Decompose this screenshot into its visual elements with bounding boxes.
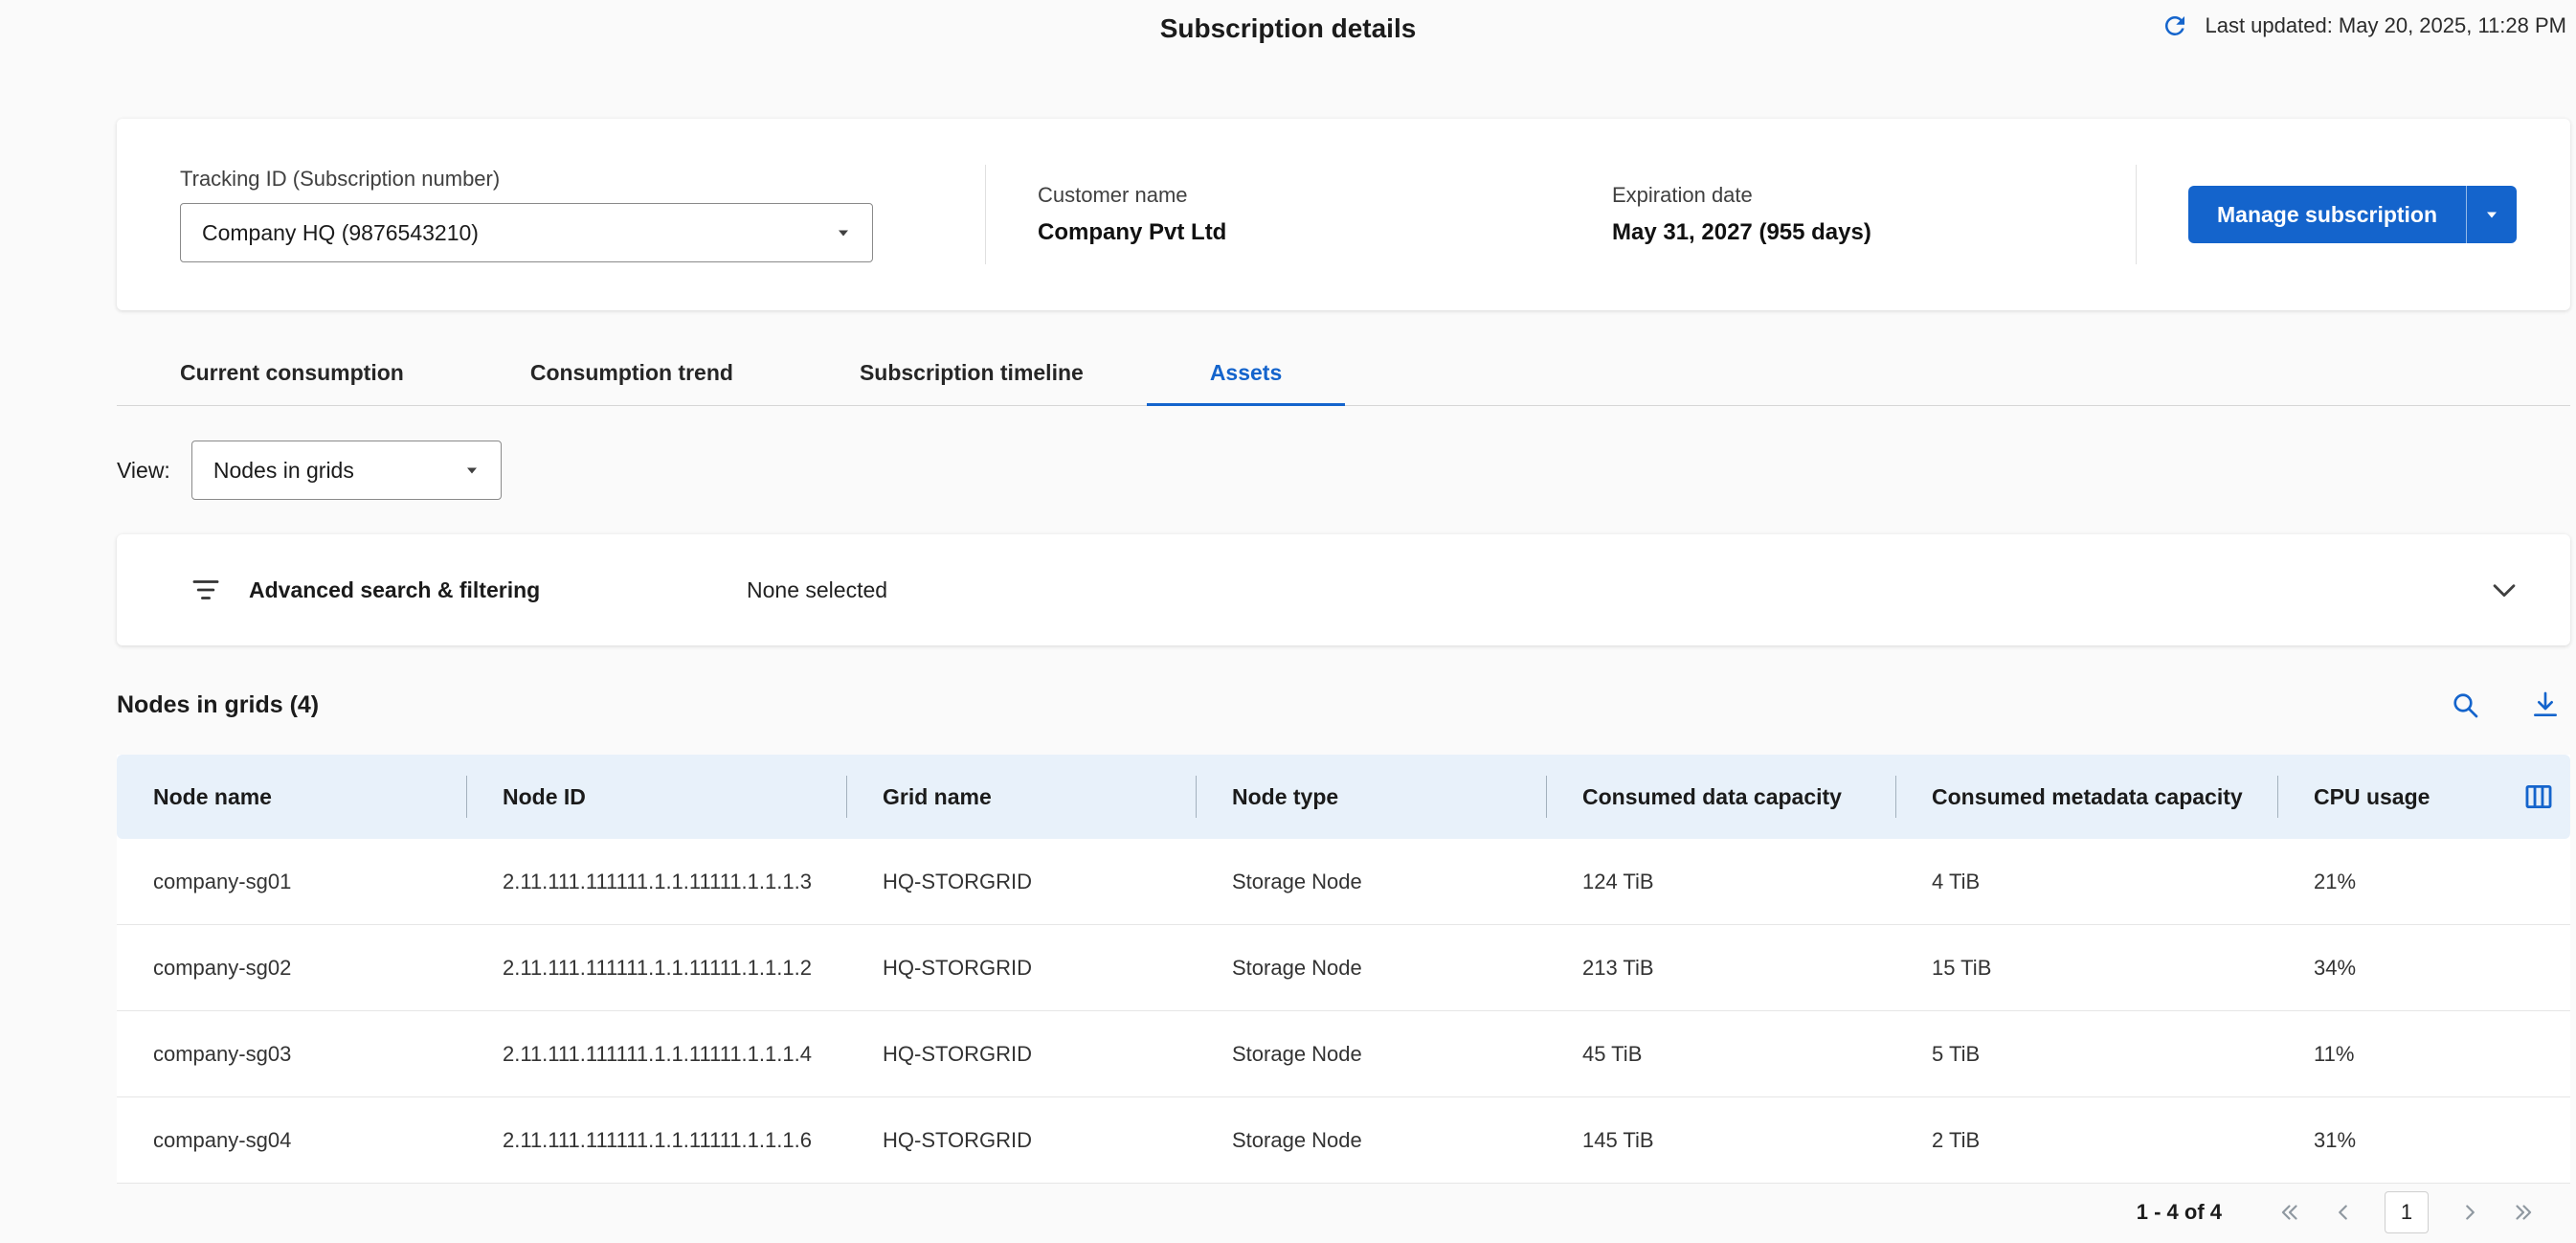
table-actions — [2450, 689, 2570, 720]
manage-subscription-button[interactable]: Manage subscription — [2188, 186, 2467, 243]
expiration-date-label: Expiration date — [1612, 183, 2136, 208]
table-row: company-sg022.11.111.111111.1.1.11111.1.… — [117, 925, 2570, 1011]
tracking-id-field: Tracking ID (Subscription number) Compan… — [180, 167, 873, 262]
nodes-table: Node name Node ID Grid name Node type Co… — [117, 755, 2570, 1184]
cell-grid-name: HQ-STORGRID — [846, 1097, 1196, 1184]
tracking-id-label: Tracking ID (Subscription number) — [180, 167, 873, 192]
cell-node-type: Storage Node — [1196, 839, 1546, 925]
content-area: Tracking ID (Subscription number) Compan… — [117, 119, 2570, 1237]
manage-subscription-split-button: Manage subscription — [2188, 186, 2517, 243]
cell-node-type: Storage Node — [1196, 1011, 1546, 1097]
cell-node-type: Storage Node — [1196, 1097, 1546, 1184]
column-header-consumed-metadata-capacity[interactable]: Consumed metadata capacity — [1895, 755, 2277, 839]
table-header-row: Node name Node ID Grid name Node type Co… — [117, 755, 2570, 839]
cell-node-name: company-sg02 — [117, 925, 466, 1011]
cell-grid-name: HQ-STORGRID — [846, 925, 1196, 1011]
search-icon[interactable] — [2450, 689, 2480, 720]
customer-name-value: Company Pvt Ltd — [1038, 219, 1612, 246]
tab-bar: Current consumption Consumption trend Su… — [117, 341, 2570, 406]
customer-name-field: Customer name Company Pvt Ltd — [1038, 183, 1612, 246]
current-page[interactable]: 1 — [2385, 1191, 2429, 1233]
view-select-value: Nodes in grids — [213, 458, 354, 484]
column-header-node-type[interactable]: Node type — [1196, 755, 1546, 839]
table-section-header: Nodes in grids (4) — [117, 684, 2570, 726]
cell-node-id: 2.11.111.111111.1.1.11111.1.1.1.6 — [466, 1097, 846, 1184]
cell-consumed-data-capacity: 45 TiB — [1546, 1011, 1895, 1097]
pagination-range: 1 - 4 of 4 — [2137, 1200, 2222, 1225]
table-row: company-sg042.11.111.111111.1.1.11111.1.… — [117, 1097, 2570, 1184]
column-header-grid-name[interactable]: Grid name — [846, 755, 1196, 839]
chevron-down-icon — [836, 225, 851, 240]
chevron-down-icon — [2484, 207, 2499, 222]
cell-node-name: company-sg04 — [117, 1097, 466, 1184]
cell-consumed-metadata-capacity: 2 TiB — [1895, 1097, 2277, 1184]
tab-subscription-timeline[interactable]: Subscription timeline — [796, 341, 1147, 405]
cell-consumed-data-capacity: 145 TiB — [1546, 1097, 1895, 1184]
cell-cpu-usage: 21% — [2277, 839, 2570, 925]
cell-cpu-usage: 31% — [2277, 1097, 2570, 1184]
chevron-down-icon — [464, 463, 480, 478]
page-title: Subscription details — [1160, 13, 1417, 44]
filter-icon — [190, 574, 222, 606]
pagination: 1 - 4 of 4 1 — [117, 1187, 2570, 1237]
divider — [2136, 165, 2137, 264]
page-header: Subscription details Last updated: May 2… — [0, 0, 2576, 54]
download-icon[interactable] — [2530, 689, 2561, 720]
cell-grid-name: HQ-STORGRID — [846, 839, 1196, 925]
cell-node-name: company-sg01 — [117, 839, 466, 925]
customer-name-label: Customer name — [1038, 183, 1612, 208]
view-label: View: — [117, 458, 170, 484]
cell-cpu-usage: 34% — [2277, 925, 2570, 1011]
tracking-id-select[interactable]: Company HQ (9876543210) — [180, 203, 873, 262]
cell-consumed-data-capacity: 213 TiB — [1546, 925, 1895, 1011]
column-header-cpu-usage[interactable]: CPU usage — [2277, 755, 2570, 839]
view-selector-row: View: Nodes in grids — [117, 441, 2570, 500]
table-row: company-sg012.11.111.111111.1.1.11111.1.… — [117, 839, 2570, 925]
first-page-icon[interactable] — [2277, 1200, 2302, 1225]
tab-consumption-trend[interactable]: Consumption trend — [467, 341, 796, 405]
view-select[interactable]: Nodes in grids — [191, 441, 502, 500]
manage-subscription-menu-button[interactable] — [2467, 186, 2517, 243]
tab-assets[interactable]: Assets — [1147, 341, 1345, 405]
previous-page-icon[interactable] — [2331, 1200, 2356, 1225]
cell-consumed-metadata-capacity: 5 TiB — [1895, 1011, 2277, 1097]
cell-grid-name: HQ-STORGRID — [846, 1011, 1196, 1097]
column-header-node-id[interactable]: Node ID — [466, 755, 846, 839]
expiration-date-value: May 31, 2027 (955 days) — [1612, 219, 2136, 246]
column-header-node-name[interactable]: Node name — [117, 755, 466, 839]
column-header-consumed-data-capacity[interactable]: Consumed data capacity — [1546, 755, 1895, 839]
last-updated: Last updated: May 20, 2025, 11:28 PM — [2161, 11, 2566, 40]
cell-consumed-metadata-capacity: 15 TiB — [1895, 925, 2277, 1011]
cell-node-id: 2.11.111.111111.1.1.11111.1.1.1.3 — [466, 839, 846, 925]
cell-node-name: company-sg03 — [117, 1011, 466, 1097]
subscription-summary-card: Tracking ID (Subscription number) Compan… — [117, 119, 2570, 310]
expiration-date-field: Expiration date May 31, 2027 (955 days) — [1612, 183, 2136, 246]
advanced-search-panel[interactable]: Advanced search & filtering None selecte… — [117, 534, 2570, 645]
tracking-id-value: Company HQ (9876543210) — [202, 220, 479, 246]
next-page-icon[interactable] — [2457, 1200, 2482, 1225]
table-body: company-sg012.11.111.111111.1.1.11111.1.… — [117, 839, 2570, 1184]
cell-cpu-usage: 11% — [2277, 1011, 2570, 1097]
table-title: Nodes in grids (4) — [117, 691, 319, 719]
cell-consumed-data-capacity: 124 TiB — [1546, 839, 1895, 925]
last-page-icon[interactable] — [2511, 1200, 2536, 1225]
last-updated-text: Last updated: May 20, 2025, 11:28 PM — [2205, 13, 2566, 38]
cell-node-id: 2.11.111.111111.1.1.11111.1.1.1.4 — [466, 1011, 846, 1097]
advanced-search-status: None selected — [747, 577, 887, 603]
tab-current-consumption[interactable]: Current consumption — [117, 341, 467, 405]
table-row: company-sg032.11.111.111111.1.1.11111.1.… — [117, 1011, 2570, 1097]
expand-chevron-icon[interactable] — [2488, 574, 2520, 606]
column-settings-icon[interactable] — [2522, 780, 2555, 813]
cell-node-id: 2.11.111.111111.1.1.11111.1.1.1.2 — [466, 925, 846, 1011]
refresh-icon[interactable] — [2161, 11, 2189, 40]
cell-node-type: Storage Node — [1196, 925, 1546, 1011]
cell-consumed-metadata-capacity: 4 TiB — [1895, 839, 2277, 925]
advanced-search-title: Advanced search & filtering — [249, 577, 747, 603]
divider — [985, 165, 986, 264]
